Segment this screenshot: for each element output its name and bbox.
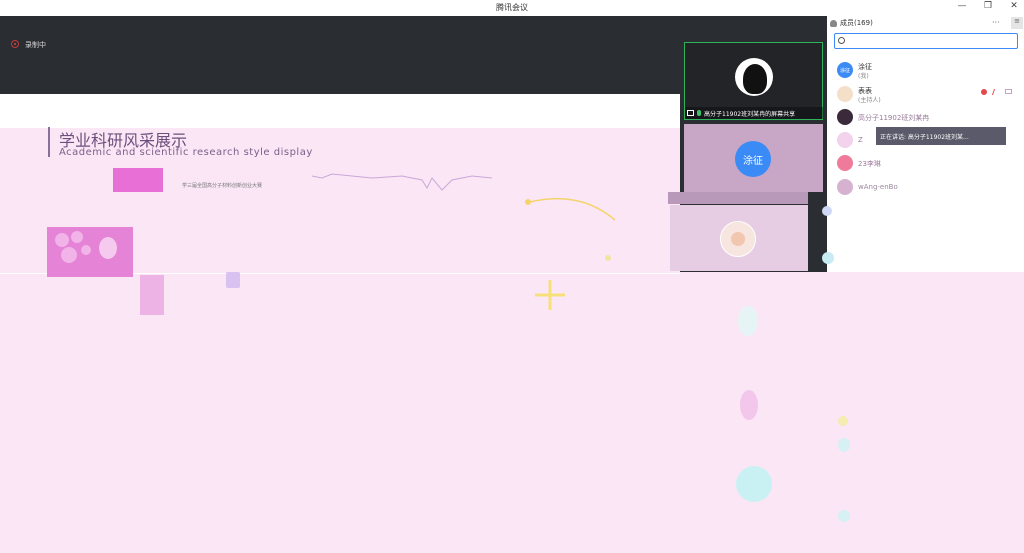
avatar — [720, 221, 756, 257]
close-icon[interactable]: ✕ — [1008, 1, 1020, 11]
camera-off-icon[interactable] — [1005, 89, 1012, 94]
bubble-shape — [61, 247, 77, 263]
slide-caption: 学三届全国高分子材料创新创业大赛 — [182, 183, 263, 189]
bubble-shape — [55, 233, 69, 247]
video-tile-strip — [668, 192, 808, 204]
ghost-avatar — [838, 438, 850, 452]
ghost-avatar — [738, 306, 758, 336]
ghost-avatar — [822, 206, 832, 216]
slide-title-bar — [48, 127, 50, 157]
member-item[interactable]: 23李琳 — [835, 154, 1020, 174]
member-name: wAng-enBo — [858, 183, 898, 191]
slide-image — [47, 227, 133, 277]
member-item[interactable]: 涂征 涂征 (我) — [835, 61, 1020, 81]
slide-badge — [113, 168, 163, 192]
minimize-icon[interactable]: — — [956, 1, 968, 11]
ghost-avatar — [740, 390, 758, 420]
window-controls: — ❐ ✕ — [956, 1, 1020, 11]
member-role: (我) — [858, 73, 869, 80]
avatar — [837, 155, 853, 171]
search-icon — [838, 37, 845, 44]
member-item[interactable]: wAng-enBo — [835, 178, 1020, 198]
ghost-avatar — [838, 416, 848, 426]
ghost-avatar — [736, 466, 772, 502]
ghost-avatar — [838, 510, 850, 522]
person-icon — [830, 19, 837, 27]
microphone-icon — [697, 110, 701, 116]
member-name: 23李琳 — [858, 160, 881, 168]
ghost-bars — [226, 272, 240, 288]
avatar — [837, 132, 853, 148]
panel-toggle-icon[interactable]: ≡ — [1011, 17, 1023, 29]
avatar-silhouette — [743, 64, 767, 94]
avatar: 涂征 — [837, 62, 853, 78]
member-item[interactable]: 高分子11902班刘某冉 — [835, 108, 1020, 128]
recording-label[interactable]: 录制中 — [25, 40, 46, 50]
member-item[interactable]: 表表 (主持人) — [835, 85, 1020, 105]
recording-icon — [11, 40, 19, 48]
recording-status-icon — [981, 89, 987, 95]
avatar — [735, 58, 773, 96]
search-input[interactable] — [848, 35, 1008, 47]
avatar — [837, 109, 853, 125]
video-tile-name: 高分子11902班刘某冉的屏幕共享 — [704, 110, 796, 118]
slide-sparkle-decoration — [525, 197, 616, 310]
avatar-face — [731, 232, 745, 246]
slide-waveform — [312, 173, 492, 191]
screen-share-icon — [687, 110, 694, 116]
slide-strip — [140, 275, 164, 315]
member-status-icons — [981, 89, 1012, 95]
window-title: 腾讯会议 — [496, 3, 528, 12]
video-tile-label: 高分子11902班刘某冉的屏幕共享 — [685, 107, 823, 119]
meeting-window: 腾讯会议 — ❐ ✕ 录制中 学业科研风采展示 Academic and sci… — [0, 0, 1024, 553]
more-options-button[interactable]: ··· — [992, 18, 1000, 27]
members-header: 成员(169) — [830, 18, 873, 28]
bubble-shape — [81, 245, 91, 255]
member-name: 高分子11902班刘某冉 — [858, 114, 930, 122]
avatar — [837, 86, 853, 102]
speaking-tooltip: 正在讲话: 高分子11902班刘某... — [876, 127, 1006, 145]
slide-subtitle: Academic and scientific research style d… — [59, 147, 313, 158]
members-title: 成员(169) — [840, 19, 873, 27]
member-role: (主持人) — [858, 97, 881, 104]
recording-banner: 录制中 — [0, 16, 680, 94]
bubble-shape — [71, 231, 83, 243]
bubble-shape — [99, 237, 117, 259]
restore-icon[interactable]: ❐ — [982, 1, 994, 11]
mic-muted-icon[interactable] — [991, 89, 1001, 95]
avatar — [837, 179, 853, 195]
avatar: 涂征 — [735, 141, 771, 177]
member-name: Z — [858, 136, 863, 144]
ghost-avatar — [822, 252, 834, 264]
title-bar: 腾讯会议 — ❐ ✕ — [0, 0, 1024, 16]
